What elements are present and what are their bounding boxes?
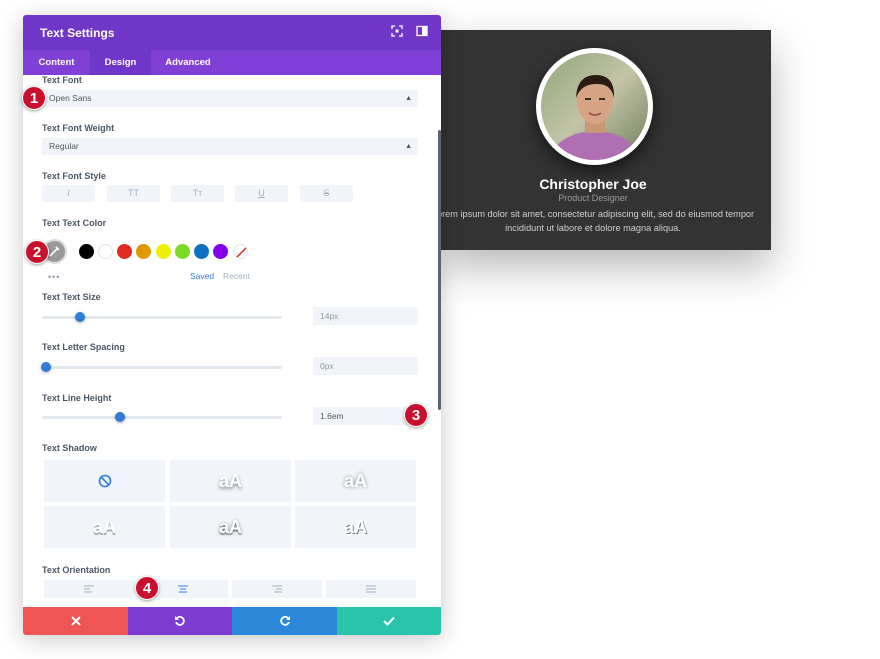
- annotation-marker-1: 1: [22, 86, 46, 110]
- no-shadow-icon: [98, 474, 111, 488]
- font-weight-value: Regular: [49, 141, 79, 151]
- avatar-photo: [541, 53, 648, 160]
- avatar: [536, 48, 653, 165]
- tab-content[interactable]: Content: [23, 50, 90, 75]
- preview-card: Christopher Joe Product Designer Lorem i…: [440, 30, 771, 250]
- text-size-input[interactable]: 14px: [313, 307, 418, 325]
- preview-role: Product Designer: [558, 193, 628, 203]
- text-color-label: Text Text Color: [42, 218, 107, 228]
- annotation-marker-2: 2: [25, 240, 49, 264]
- align-justify-icon: [366, 585, 376, 593]
- preview-name: Christopher Joe: [539, 176, 647, 192]
- letter-spacing-slider[interactable]: [41, 362, 282, 372]
- text-orientation-label: Text Orientation: [42, 565, 111, 575]
- save-button[interactable]: [337, 607, 441, 635]
- shadow-option-2[interactable]: aA: [170, 460, 291, 502]
- fullscreen-icon[interactable]: [390, 25, 404, 39]
- underline-button[interactable]: U: [235, 185, 288, 202]
- panel-header: Text Settings: [23, 15, 441, 50]
- recent-colors-tab[interactable]: Recent: [223, 271, 250, 281]
- close-icon: [70, 616, 81, 626]
- line-height-label: Text Line Height: [42, 393, 112, 403]
- color-swatch-purple[interactable]: [213, 244, 228, 259]
- align-justify-button[interactable]: [326, 580, 416, 598]
- align-center-icon: [178, 585, 188, 593]
- more-options-icon[interactable]: •••: [48, 272, 60, 282]
- font-select-value: Open Sans: [49, 93, 92, 103]
- annotation-marker-4: 4: [135, 576, 159, 600]
- color-swatch-blue[interactable]: [194, 244, 209, 259]
- font-weight-select[interactable]: Regular ▲︎: [42, 138, 418, 155]
- letter-spacing-input[interactable]: 0px: [313, 357, 418, 375]
- font-label: Text Font: [42, 75, 82, 85]
- align-left-button[interactable]: [44, 580, 134, 598]
- shadow-option-5[interactable]: aA: [170, 506, 291, 548]
- text-settings-panel: Text Settings Content Design Advanced Te…: [23, 15, 441, 635]
- text-size-label: Text Text Size: [42, 292, 101, 302]
- panel-scrollbar[interactable]: [438, 130, 441, 410]
- line-height-slider-handle[interactable]: [115, 412, 125, 422]
- tab-design[interactable]: Design: [90, 50, 151, 75]
- letter-spacing-label: Text Letter Spacing: [42, 342, 125, 352]
- panel-footer: [23, 607, 441, 635]
- text-shadow-label: Text Shadow: [42, 443, 97, 453]
- panel-tabs: Content Design Advanced: [23, 50, 441, 75]
- uppercase-button[interactable]: TT: [107, 185, 160, 202]
- align-left-icon: [84, 585, 94, 593]
- line-height-slider[interactable]: [42, 412, 282, 422]
- discard-button[interactable]: [23, 607, 128, 635]
- redo-icon: [279, 615, 290, 626]
- capitalize-button[interactable]: Tт: [171, 185, 224, 202]
- saved-colors-tab[interactable]: Saved: [190, 271, 214, 281]
- align-right-icon: [272, 585, 282, 593]
- strikethrough-button[interactable]: S: [300, 185, 353, 202]
- redo-button[interactable]: [232, 607, 337, 635]
- checkmark-icon: [383, 616, 395, 626]
- italic-button[interactable]: I: [42, 185, 95, 202]
- undo-icon: [175, 615, 185, 626]
- letter-spacing-slider-handle[interactable]: [41, 362, 51, 372]
- color-swatch-yellow[interactable]: [156, 244, 171, 259]
- text-size-slider-handle[interactable]: [75, 312, 85, 322]
- panel-title: Text Settings: [40, 26, 115, 40]
- shadow-option-3[interactable]: aA: [295, 460, 416, 502]
- shadow-option-6[interactable]: aA: [295, 506, 416, 548]
- align-right-button[interactable]: [232, 580, 322, 598]
- panel-content: Text Font Open Sans ▲︎ Text Font Weight …: [23, 75, 441, 607]
- color-swatch-green[interactable]: [175, 244, 190, 259]
- font-weight-label: Text Font Weight: [42, 123, 115, 133]
- font-style-label: Text Font Style: [42, 171, 106, 181]
- color-swatch-red[interactable]: [117, 244, 132, 259]
- text-size-slider[interactable]: [42, 312, 282, 322]
- annotation-marker-3: 3: [404, 403, 428, 427]
- select-arrows-icon: ▲︎: [405, 143, 412, 150]
- preview-body-text: Lorem ipsum dolor sit amet, consectetur …: [440, 209, 755, 233]
- split-layout-icon[interactable]: [415, 25, 429, 39]
- font-select[interactable]: Open Sans ▲︎: [42, 90, 418, 107]
- color-swatch-orange[interactable]: [136, 244, 151, 259]
- no-color-swatch-icon[interactable]: [233, 244, 248, 259]
- color-swatch-black[interactable]: [79, 244, 94, 259]
- select-arrows-icon: ▲︎: [405, 95, 412, 102]
- undo-button[interactable]: [128, 607, 232, 635]
- color-swatch-white[interactable]: [98, 244, 113, 259]
- shadow-none-option[interactable]: [44, 460, 165, 502]
- line-height-input[interactable]: 1.6em: [313, 407, 418, 425]
- shadow-option-4[interactable]: aA: [44, 506, 165, 548]
- tab-advanced[interactable]: Advanced: [151, 50, 225, 75]
